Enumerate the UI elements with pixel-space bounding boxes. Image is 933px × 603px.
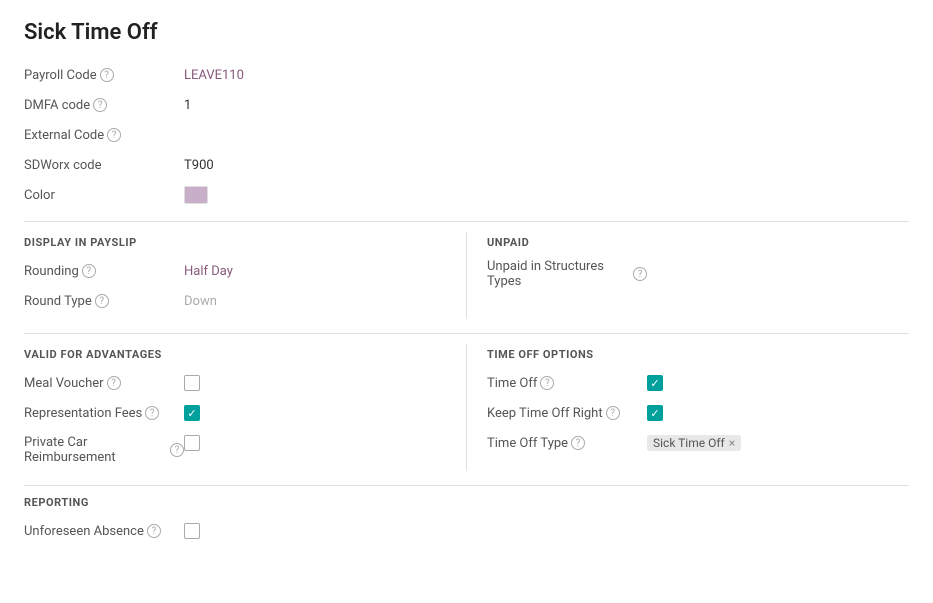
unpaid-section: UNPAID xyxy=(487,236,909,249)
time-off-label: Time Off ? xyxy=(487,376,647,391)
meal-voucher-help-icon[interactable]: ? xyxy=(107,376,121,390)
time-off-help-icon[interactable]: ? xyxy=(540,376,554,390)
page-title: Sick Time Off xyxy=(24,20,909,45)
representation-fees-label: Representation Fees ? xyxy=(24,406,184,421)
payroll-code-label: Payroll Code ? xyxy=(24,68,184,83)
divider-3 xyxy=(24,485,909,486)
display-in-payslip-section: DISPLAY IN PAYSLIP xyxy=(24,236,446,249)
color-swatch[interactable] xyxy=(184,186,208,204)
keep-time-off-right-help-icon[interactable]: ? xyxy=(606,406,620,420)
time-off-type-tag[interactable]: Sick Time Off × xyxy=(647,435,741,451)
unforeseen-absence-checkbox[interactable] xyxy=(184,523,200,539)
payroll-code-help-icon[interactable]: ? xyxy=(100,68,114,82)
private-car-checkbox[interactable] xyxy=(184,435,200,451)
time-off-type-label: Time Off Type ? xyxy=(487,436,647,451)
round-type-value: Down xyxy=(184,294,217,309)
divider-2 xyxy=(24,333,909,334)
unforeseen-absence-label: Unforeseen Absence ? xyxy=(24,524,184,539)
meal-voucher-label: Meal Voucher ? xyxy=(24,376,184,391)
time-off-type-tag-label: Sick Time Off xyxy=(653,436,725,450)
meal-voucher-checkbox[interactable] xyxy=(184,375,200,391)
divider-1 xyxy=(24,221,909,222)
dmfa-code-label: DMFA code ? xyxy=(24,98,184,113)
dmfa-code-value: 1 xyxy=(184,98,191,113)
time-off-type-help-icon[interactable]: ? xyxy=(571,436,585,450)
reporting-section: REPORTING xyxy=(24,496,909,509)
keep-time-off-right-checkbox[interactable] xyxy=(647,405,663,421)
valid-advantages-section: VALID FOR ADVANTAGES xyxy=(24,348,446,361)
private-car-label: Private Car Reimbursement ? xyxy=(24,433,184,465)
time-off-options-section: TIME OFF OPTIONS xyxy=(487,348,909,361)
time-off-type-tag-close-icon[interactable]: × xyxy=(729,436,735,450)
time-off-checkbox[interactable] xyxy=(647,375,663,391)
representation-fees-help-icon[interactable]: ? xyxy=(145,406,159,420)
sdworx-code-label: SDWorx code xyxy=(24,158,184,173)
rounding-value: Half Day xyxy=(184,264,233,279)
round-type-help-icon[interactable]: ? xyxy=(95,294,109,308)
unforeseen-absence-help-icon[interactable]: ? xyxy=(147,524,161,538)
private-car-help-icon[interactable]: ? xyxy=(170,443,184,457)
unpaid-structures-help-icon[interactable]: ? xyxy=(633,267,647,281)
external-code-help-icon[interactable]: ? xyxy=(107,128,121,142)
external-code-label: External Code ? xyxy=(24,128,184,143)
representation-fees-checkbox[interactable] xyxy=(184,405,200,421)
color-label: Color xyxy=(24,188,184,203)
dmfa-code-help-icon[interactable]: ? xyxy=(93,98,107,112)
payroll-code-value: LEAVE110 xyxy=(184,68,244,83)
unpaid-structures-label: Unpaid in Structures Types ? xyxy=(487,259,647,289)
rounding-label: Rounding ? xyxy=(24,264,184,279)
sdworx-code-value: T900 xyxy=(184,158,214,173)
keep-time-off-right-label: Keep Time Off Right ? xyxy=(487,406,647,421)
rounding-help-icon[interactable]: ? xyxy=(82,264,96,278)
round-type-label: Round Type ? xyxy=(24,294,184,309)
